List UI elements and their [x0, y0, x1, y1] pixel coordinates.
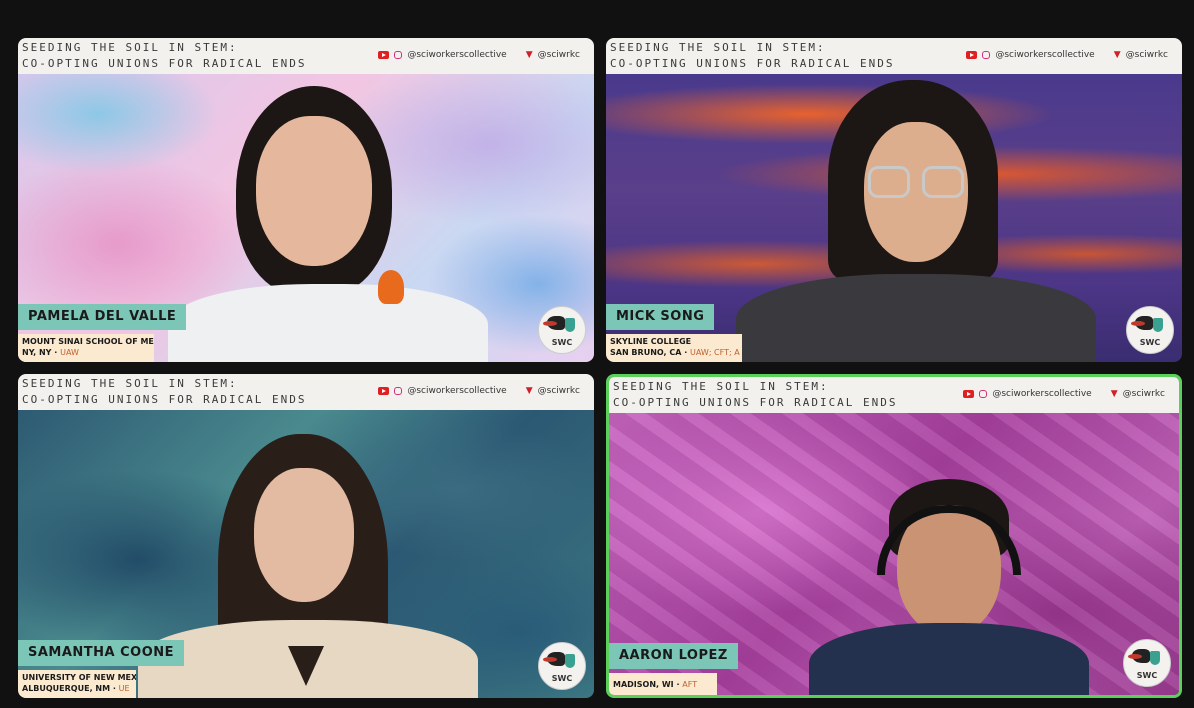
instagram-icon — [979, 390, 988, 398]
participant-affiliation: SKYLINE COLLEGE SAN BRUNO, CA · UAW; CFT… — [606, 334, 742, 362]
social-handle: @sciworkerscollective — [407, 386, 507, 396]
twitter-handle: @sciwrkc — [537, 50, 580, 60]
twitter-handle: @sciwrkc — [1125, 50, 1168, 60]
banner-socials: @sciworkerscollective ▼ @sciwrkc — [378, 386, 580, 396]
affiliation-union: UE — [118, 684, 130, 693]
person-face — [256, 116, 372, 266]
instagram-icon — [394, 387, 403, 395]
logo-text: SWC — [1136, 671, 1158, 680]
social-handle: @sciworkerscollective — [407, 50, 507, 60]
flask-icon — [565, 318, 575, 332]
swc-logo: SWC — [1126, 306, 1174, 354]
banner-title-line1: SEEDING THE SOIL IN STEM: — [22, 377, 238, 390]
swc-logo: SWC — [538, 306, 586, 354]
affiliation-union: UAW — [60, 348, 79, 357]
person-face — [254, 468, 354, 602]
affiliation-line1: MOUNT SINAI SCHOOL OF MEDIC — [22, 337, 154, 346]
video-tile-pamela[interactable]: SEEDING THE SOIL IN STEM: CO-OPTING UNIO… — [18, 38, 594, 362]
flask-icon — [565, 654, 575, 668]
glasses-right — [922, 166, 964, 198]
wing-accent — [543, 657, 557, 662]
logo-text: SWC — [551, 338, 573, 347]
banner-socials: @sciworkerscollective ▼ @sciwrkc — [966, 50, 1168, 60]
participant-name: SAMANTHA COONE — [18, 640, 185, 666]
wing-accent — [543, 321, 557, 326]
affiliation-location: NY, NY — [22, 348, 52, 357]
person-body — [168, 284, 488, 362]
participant-name: MICK SONG — [606, 304, 715, 330]
banner-socials: @sciworkerscollective ▼ @sciwrkc — [378, 50, 580, 60]
twitter-handle: @sciwrkc — [1122, 389, 1165, 399]
banner-title-line2: CO-OPTING UNIONS FOR RADICAL ENDS — [610, 57, 895, 70]
glasses-left — [868, 166, 910, 198]
youtube-icon — [378, 51, 390, 59]
banner-title-line2: CO-OPTING UNIONS FOR RADICAL ENDS — [22, 57, 307, 70]
banner-title-line1: SEEDING THE SOIL IN STEM: — [610, 41, 826, 54]
flask-icon — [1150, 651, 1160, 665]
affiliation-union: UAW; CFT; A — [690, 348, 740, 357]
banner-socials: @sciworkerscollective ▼ @sciwrkc — [963, 389, 1165, 399]
instagram-icon — [982, 51, 991, 59]
flask-icon — [1153, 318, 1163, 332]
event-banner: SEEDING THE SOIL IN STEM: CO-OPTING UNIO… — [609, 377, 1179, 413]
youtube-icon — [963, 390, 975, 398]
banner-title-line1: SEEDING THE SOIL IN STEM: — [22, 41, 238, 54]
participant-name: AARON LOPEZ — [609, 643, 738, 669]
twitter-handle: @sciwrkc — [537, 386, 580, 396]
youtube-icon — [966, 51, 978, 59]
twitter-icon: ▼ — [525, 50, 533, 60]
social-handle: @sciworkerscollective — [995, 50, 1095, 60]
event-banner: SEEDING THE SOIL IN STEM: CO-OPTING UNIO… — [606, 38, 1182, 74]
person-body — [736, 274, 1096, 362]
twitter-icon: ▼ — [525, 386, 533, 396]
participant-name: PAMELA DEL VALLE — [18, 304, 187, 330]
event-banner: SEEDING THE SOIL IN STEM: CO-OPTING UNIO… — [18, 374, 594, 410]
affiliation-location: ALBUQUERQUE, NM — [22, 684, 111, 693]
twitter-icon: ▼ — [1110, 389, 1118, 399]
youtube-icon — [378, 387, 390, 395]
participant-affiliation: UNIVERSITY OF NEW MEXI ALBUQUERQUE, NM ·… — [18, 670, 136, 698]
earring — [378, 270, 404, 304]
affiliation-location: SAN BRUNO, CA — [610, 348, 682, 357]
logo-text: SWC — [1139, 338, 1161, 347]
swc-logo: SWC — [538, 642, 586, 690]
participant-affiliation: MOUNT SINAI SCHOOL OF MEDIC NY, NY · UAW — [18, 334, 154, 362]
banner-title-line2: CO-OPTING UNIONS FOR RADICAL ENDS — [613, 396, 898, 409]
video-tile-samantha[interactable]: SEEDING THE SOIL IN STEM: CO-OPTING UNIO… — [18, 374, 594, 698]
affiliation-union: AFT — [682, 680, 698, 689]
affiliation-line1: UNIVERSITY OF NEW MEXI — [22, 673, 136, 682]
swc-logo: SWC — [1123, 639, 1171, 687]
person-body — [809, 623, 1089, 695]
banner-title-line1: SEEDING THE SOIL IN STEM: — [613, 380, 829, 393]
affiliation-location: MADISON, WI — [613, 680, 674, 689]
video-tile-aaron-active-speaker[interactable]: SEEDING THE SOIL IN STEM: CO-OPTING UNIO… — [606, 374, 1182, 698]
social-handle: @sciworkerscollective — [992, 389, 1092, 399]
twitter-icon: ▼ — [1113, 50, 1121, 60]
wing-accent — [1131, 321, 1145, 326]
instagram-icon — [394, 51, 403, 59]
participant-affiliation: MADISON, WI · AFT — [609, 673, 717, 695]
wing-accent — [1128, 654, 1142, 659]
logo-text: SWC — [551, 674, 573, 683]
affiliation-line1: SKYLINE COLLEGE — [610, 337, 692, 346]
event-banner: SEEDING THE SOIL IN STEM: CO-OPTING UNIO… — [18, 38, 594, 74]
banner-title-line2: CO-OPTING UNIONS FOR RADICAL ENDS — [22, 393, 307, 406]
video-tile-mick[interactable]: SEEDING THE SOIL IN STEM: CO-OPTING UNIO… — [606, 38, 1182, 362]
